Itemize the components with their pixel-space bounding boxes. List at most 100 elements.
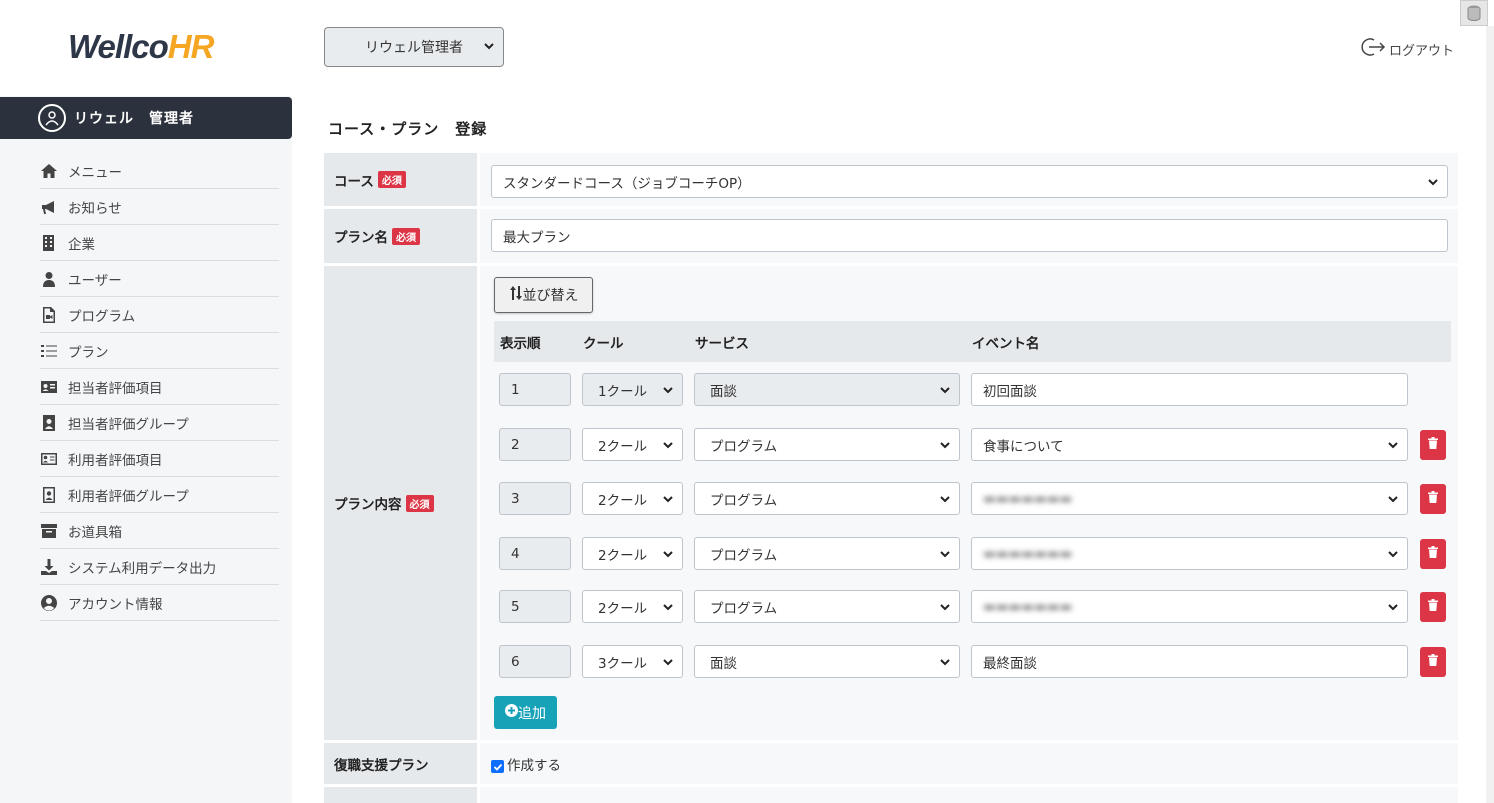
sidebar-item-label: 担当者評価項目 <box>68 380 163 397</box>
delete-row-button[interactable] <box>1420 539 1446 569</box>
column-service: サービス <box>695 335 749 352</box>
order-input[interactable]: 6 <box>499 645 571 678</box>
trash-icon <box>1428 491 1438 507</box>
plan-content-label: プラン内容 必須 <box>324 266 477 740</box>
building-icon <box>40 234 68 252</box>
sidebar-item-user-eval-items[interactable]: 利用者評価項目 <box>40 441 279 477</box>
logout-link[interactable]: ログアウト <box>1360 36 1454 62</box>
scrollbar[interactable] <box>1486 26 1494 803</box>
cool-select[interactable]: 1クール <box>582 373 683 406</box>
role-select[interactable]: リウェル管理者 <box>324 27 504 67</box>
sidebar-item-toolbox[interactable]: お道具箱 <box>40 513 279 549</box>
sidebar-item-staff-eval-items[interactable]: 担当者評価項目 <box>40 369 279 405</box>
sidebar-item-data-export[interactable]: システム利用データ出力 <box>40 549 279 585</box>
file-video-icon <box>40 306 68 324</box>
return-plan-row: 復職支援プラン 作成する <box>324 743 1458 784</box>
order-input[interactable]: 5 <box>499 590 571 623</box>
user-badge-outline-icon <box>40 486 68 504</box>
column-order: 表示順 <box>500 335 541 352</box>
sidebar-item-menu[interactable]: メニュー <box>40 153 279 189</box>
chevron-down-icon <box>662 439 674 455</box>
event-select[interactable]: ▬▬▬▬▬▬▬ <box>971 482 1408 515</box>
plan-name-input[interactable]: 最大プラン <box>491 219 1448 252</box>
sidebar-item-users[interactable]: ユーザー <box>40 261 279 297</box>
chevron-down-icon <box>1387 548 1399 564</box>
chevron-down-icon <box>662 548 674 564</box>
cool-select[interactable]: 3クール <box>582 645 683 678</box>
add-row-button[interactable]: 追加 <box>494 696 557 729</box>
cool-select[interactable]: 2クール <box>582 537 683 570</box>
sidebar-item-user-eval-groups[interactable]: 利用者評価グループ <box>40 477 279 513</box>
user-avatar-icon <box>38 104 66 132</box>
trash-icon <box>1428 599 1438 615</box>
chevron-down-icon <box>1387 439 1399 455</box>
sidebar-item-program[interactable]: プログラム <box>40 297 279 333</box>
event-select[interactable]: ▬▬▬▬▬▬▬ <box>971 590 1408 623</box>
sidebar-item-label: ユーザー <box>68 272 122 289</box>
plan-table-header: 表示順 クール サービス イベント名 <box>494 321 1451 362</box>
chevron-down-icon <box>939 384 951 400</box>
trash-icon <box>1428 654 1438 670</box>
id-card-outline-icon <box>40 450 68 468</box>
chevron-down-icon <box>939 493 951 509</box>
blurred-event-name: ▬▬▬▬▬▬▬ <box>983 598 1073 615</box>
sidebar-item-label: プラン <box>68 344 109 361</box>
cool-select[interactable]: 2クール <box>582 428 683 461</box>
plus-circle-icon <box>505 704 518 721</box>
order-input[interactable]: 1 <box>499 373 571 406</box>
table-row: 1 1クール 面談 初回面談 <box>494 373 1451 407</box>
sort-button[interactable]: 並び替え <box>494 277 593 313</box>
sidebar-item-label: お知らせ <box>68 200 122 217</box>
database-icon[interactable] <box>1460 0 1488 26</box>
sidebar-item-news[interactable]: お知らせ <box>40 189 279 225</box>
order-input[interactable]: 2 <box>499 428 571 461</box>
table-row: 4 2クール プログラム ▬▬▬▬▬▬▬ <box>494 537 1451 571</box>
table-row: 3 2クール プログラム ▬▬▬▬▬▬▬ <box>494 482 1451 516</box>
sidebar-item-label: メニュー <box>68 164 122 181</box>
chevron-down-icon <box>662 493 674 509</box>
event-name-input[interactable]: 最終面談 <box>971 645 1408 678</box>
service-select[interactable]: プログラム <box>694 482 960 515</box>
blurred-event-name: ▬▬▬▬▬▬▬ <box>983 545 1073 562</box>
course-row: コース 必須 スタンダードコース（ジョブコーチOP） <box>324 153 1458 206</box>
required-badge: 必須 <box>377 171 406 188</box>
table-row: 6 3クール 面談 最終面談 <box>494 645 1451 679</box>
delete-row-button[interactable] <box>1420 592 1446 622</box>
chevron-down-icon <box>1427 176 1439 192</box>
service-select[interactable]: プログラム <box>694 428 960 461</box>
delete-row-button[interactable] <box>1420 484 1446 514</box>
event-select[interactable]: 食事について <box>971 428 1408 461</box>
service-select[interactable]: プログラム <box>694 590 960 623</box>
service-select[interactable]: 面談 <box>694 373 960 406</box>
blurred-event-name: ▬▬▬▬▬▬▬ <box>983 490 1073 507</box>
delete-row-button[interactable] <box>1420 430 1446 460</box>
logout-icon <box>1360 36 1389 62</box>
required-badge: 必須 <box>392 227 420 245</box>
return-plan-label: 復職支援プラン <box>324 743 477 784</box>
create-return-plan-checkbox[interactable]: 作成する <box>491 754 561 774</box>
chevron-down-icon <box>662 601 674 617</box>
event-name-input[interactable]: 初回面談 <box>971 373 1408 406</box>
download-icon <box>40 558 68 576</box>
sidebar-item-staff-eval-groups[interactable]: 担当者評価グループ <box>40 405 279 441</box>
table-row: 2 2クール プログラム 食事について <box>494 428 1451 462</box>
cool-select[interactable]: 2クール <box>582 590 683 623</box>
course-select[interactable]: スタンダードコース（ジョブコーチOP） <box>491 165 1448 198</box>
column-cool: クール <box>583 335 624 352</box>
trash-icon <box>1428 437 1438 453</box>
sidebar-item-label: システム利用データ出力 <box>68 560 217 577</box>
event-select[interactable]: ▬▬▬▬▬▬▬ <box>971 537 1408 570</box>
service-select[interactable]: 面談 <box>694 645 960 678</box>
delete-row-button[interactable] <box>1420 647 1446 677</box>
order-input[interactable]: 4 <box>499 537 571 570</box>
sidebar-item-label: 利用者評価グループ <box>68 488 189 505</box>
logo[interactable]: WellcoHR <box>68 28 214 66</box>
user-bar[interactable]: リウェル 管理者 <box>0 97 292 139</box>
order-input[interactable]: 3 <box>499 482 571 515</box>
cool-select[interactable]: 2クール <box>582 482 683 515</box>
sidebar-item-account[interactable]: アカウント情報 <box>40 585 279 621</box>
id-card-icon <box>40 378 68 396</box>
sidebar-item-company[interactable]: 企業 <box>40 225 279 261</box>
sidebar-item-plan[interactable]: プラン <box>40 333 279 369</box>
service-select[interactable]: プログラム <box>694 537 960 570</box>
